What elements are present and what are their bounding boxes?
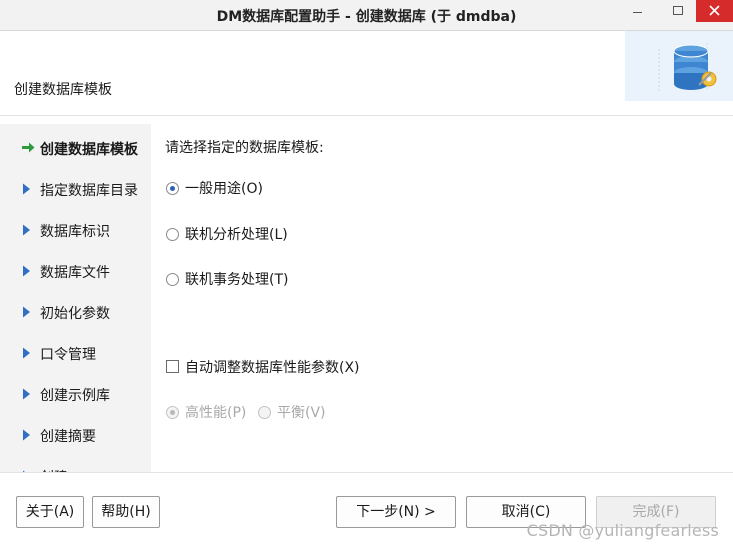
checkbox-indicator[interactable]: [166, 360, 179, 373]
nav-step-label: 创建摘要: [40, 429, 96, 445]
database-gear-icon: [625, 31, 733, 101]
nav-step-label: 初始化参数: [40, 306, 110, 322]
nav-step-summary[interactable]: 创建摘要: [0, 424, 151, 448]
radio-label: 一般用途(O): [185, 181, 263, 197]
wizard-steps-sidebar: 创建数据库模板 指定数据库目录 数据库标识 数据库文件 初始化参数 口令管理 创…: [0, 124, 152, 472]
radio-indicator[interactable]: [166, 182, 179, 195]
page-header: 创建数据库模板: [0, 31, 733, 116]
page-title: 创建数据库模板: [14, 82, 112, 98]
footer-divider: [0, 472, 733, 473]
nav-step-password[interactable]: 口令管理: [0, 342, 151, 366]
close-icon: [709, 5, 720, 16]
template-prompt: 请选择指定的数据库模板:: [165, 140, 324, 156]
minimize-button[interactable]: [620, 0, 654, 22]
nav-step-create-template[interactable]: 创建数据库模板: [0, 137, 151, 161]
radio-label: 联机事务处理(T): [185, 272, 289, 288]
triangle-right-icon: [23, 265, 30, 277]
triangle-right-icon: [23, 429, 30, 441]
triangle-right-icon: [23, 183, 30, 195]
triangle-right-icon: [23, 347, 30, 359]
nav-step-label: 创建示例库: [40, 388, 110, 404]
dialog-window: DM数据库配置助手 - 创建数据库 (于 dmdba) 创建数据库模板 创建数据…: [0, 0, 733, 551]
template-selection-panel: 请选择指定的数据库模板: 一般用途(O) 联机分析处理(L) 联机事务处理(T)…: [151, 124, 727, 472]
radio-indicator[interactable]: [166, 228, 179, 241]
radio-indicator[interactable]: [166, 273, 179, 286]
arrow-right-icon: [22, 142, 35, 153]
nav-step-label: 数据库标识: [40, 224, 110, 240]
radio-label: 平衡(V): [277, 405, 326, 421]
nav-step-label: 口令管理: [40, 347, 96, 363]
triangle-right-icon: [23, 306, 30, 318]
radio-indicator: [166, 406, 179, 419]
maximize-button[interactable]: [660, 0, 694, 22]
nav-step-init-params[interactable]: 初始化参数: [0, 301, 151, 325]
radio-indicator: [258, 406, 271, 419]
checkbox-label: 自动调整数据库性能参数(X): [185, 360, 360, 376]
about-button[interactable]: 关于(A): [16, 496, 84, 528]
radio-label: 高性能(P): [185, 405, 247, 421]
nav-step-sample-db[interactable]: 创建示例库: [0, 383, 151, 407]
nav-step-db-files[interactable]: 数据库文件: [0, 260, 151, 284]
triangle-right-icon: [23, 224, 30, 236]
next-button[interactable]: 下一步(N) >: [336, 496, 456, 528]
nav-step-db-directory[interactable]: 指定数据库目录: [0, 178, 151, 202]
nav-step-label: 创建数据库模板: [40, 142, 138, 158]
nav-step-create[interactable]: 创建: [0, 465, 151, 472]
triangle-right-icon: [23, 388, 30, 400]
nav-step-db-identity[interactable]: 数据库标识: [0, 219, 151, 243]
close-button[interactable]: [696, 0, 733, 22]
nav-step-label: 数据库文件: [40, 265, 110, 281]
help-button[interactable]: 帮助(H): [92, 496, 160, 528]
watermark: CSDN @yuliangfearless: [526, 521, 719, 540]
nav-step-label: 指定数据库目录: [40, 183, 138, 199]
title-bar[interactable]: DM数据库配置助手 - 创建数据库 (于 dmdba): [0, 0, 733, 31]
radio-label: 联机分析处理(L): [185, 227, 288, 243]
